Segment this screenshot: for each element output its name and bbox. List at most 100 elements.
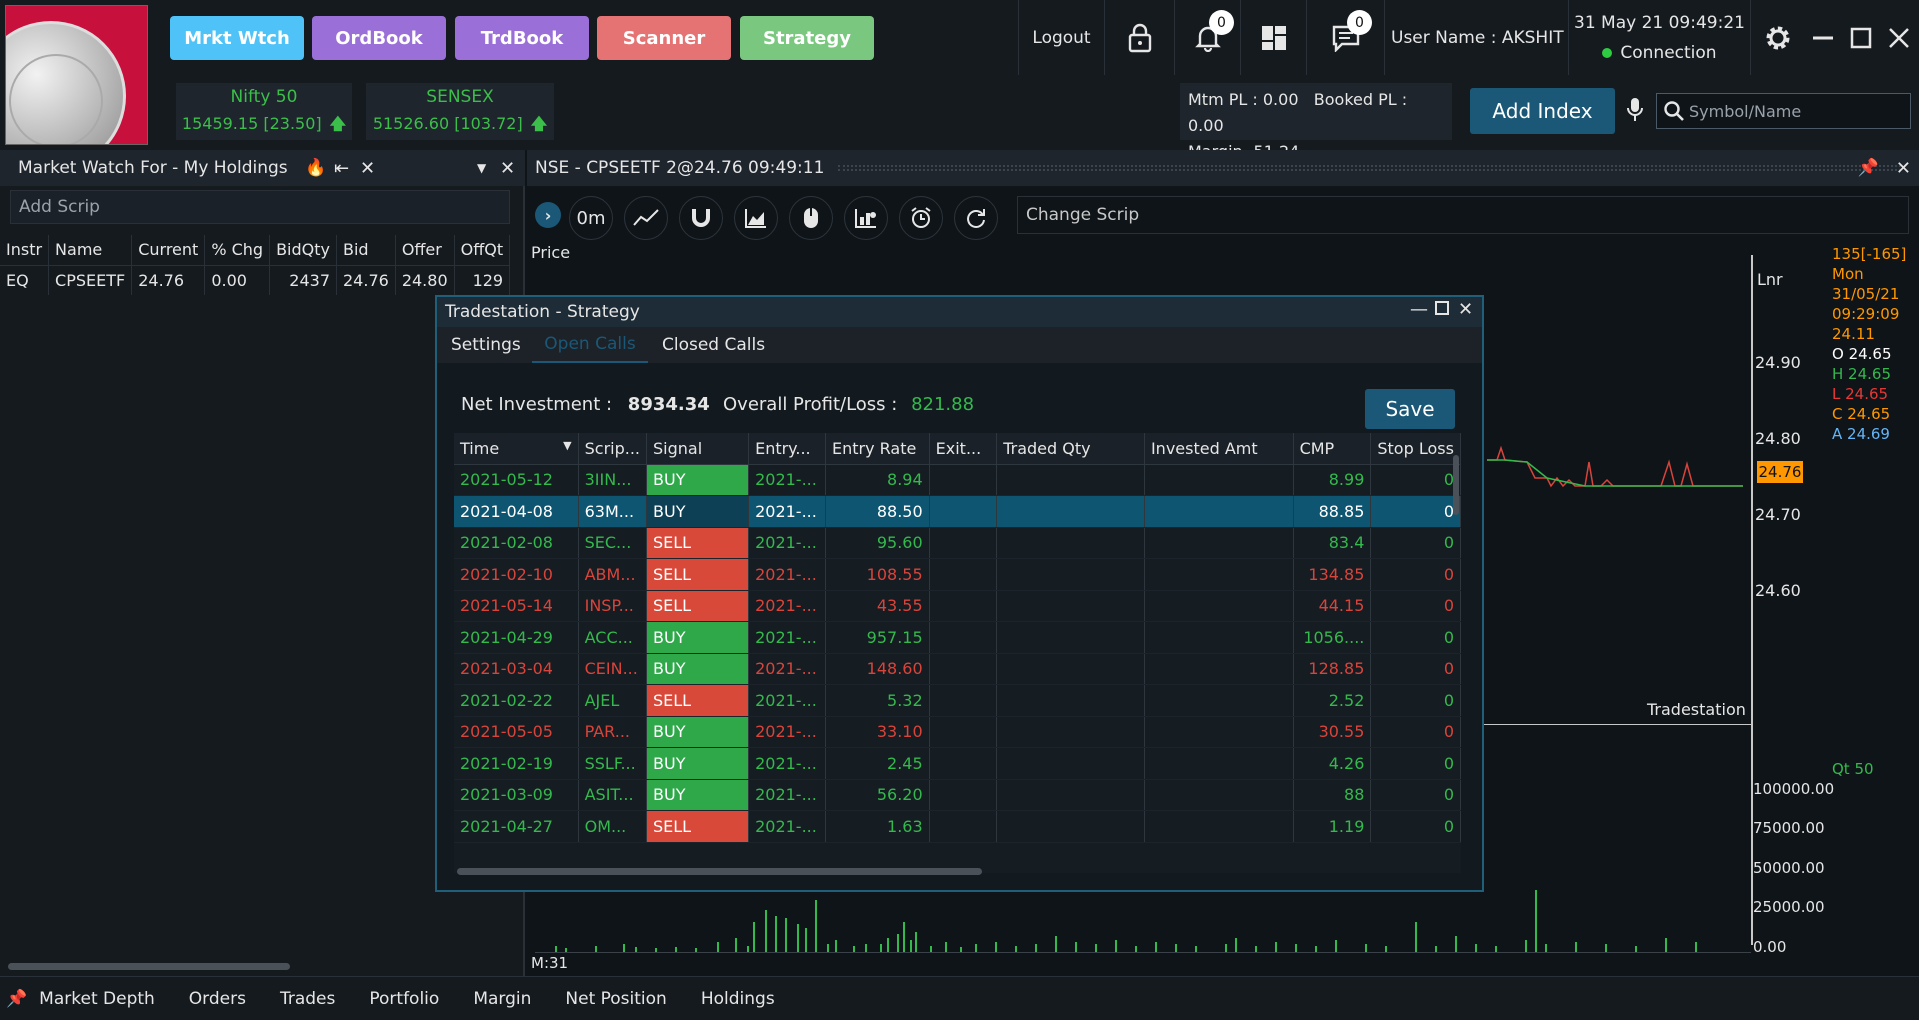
grid-horizontal-scrollbar[interactable]: [457, 868, 982, 875]
column-header[interactable]: Current: [131, 235, 206, 266]
table-row[interactable]: 2021-02-08 SEC... SELL 2021-... 95.60 83.4 0: [454, 527, 1461, 559]
cell-current: 24.76: [131, 265, 206, 295]
table-row[interactable]: 2021-03-09 ASIT... BUY 2021-... 56.20 88 0: [454, 779, 1461, 811]
table-row[interactable]: 2021-05-12 3IIN... BUY 2021-... 8.94 8.99 0: [454, 464, 1461, 496]
tab-holdings[interactable]: Holdings: [701, 989, 775, 1009]
pin-icon[interactable]: 📌: [1858, 158, 1879, 178]
table-row[interactable]: EQ CPSEETF 24.76 0.00 2437 24.76 24.80 1…: [0, 265, 511, 295]
cell-bid: 24.76: [336, 265, 396, 295]
column-header[interactable]: BidQty: [269, 235, 337, 266]
linear-scale-label[interactable]: Lnr: [1757, 270, 1783, 289]
column-header[interactable]: Name: [48, 235, 133, 266]
settings-button[interactable]: [1750, 0, 1804, 75]
microphone-button[interactable]: [1625, 97, 1645, 128]
column-header[interactable]: CMP: [1293, 433, 1372, 465]
nav-orderbook-button[interactable]: OrdBook: [312, 16, 446, 60]
cell-stop-loss: 0: [1370, 590, 1461, 622]
mouse-button[interactable]: [789, 196, 833, 240]
tab-market-depth[interactable]: Market Depth: [39, 989, 155, 1009]
line-chart-button[interactable]: [624, 196, 668, 240]
close-window-button[interactable]: [1880, 0, 1918, 75]
chevron-down-icon[interactable]: ▼: [477, 161, 486, 175]
column-header[interactable]: Exit...: [929, 433, 998, 465]
close-panel-icon[interactable]: ✕: [500, 158, 515, 179]
volume-bar: [1455, 936, 1457, 952]
logout-button[interactable]: Logout: [1018, 0, 1104, 75]
table-row[interactable]: 2021-04-29 ACC... BUY 2021-... 957.15 1056...…: [454, 621, 1461, 654]
table-row[interactable]: 2021-02-22 AJEL SELL 2021-... 5.32 2.52 0: [454, 684, 1461, 717]
collapse-left-icon[interactable]: ⇤: [334, 158, 349, 179]
alarm-button[interactable]: [899, 196, 943, 240]
nav-scanner-button[interactable]: Scanner: [597, 16, 731, 60]
tab-net-position[interactable]: Net Position: [565, 989, 666, 1009]
sort-down-icon: ▼: [563, 438, 572, 452]
grid-vertical-scrollbar[interactable]: [1453, 455, 1459, 515]
horizontal-scrollbar[interactable]: [8, 963, 290, 970]
volume-bar: [775, 916, 777, 952]
fire-icon[interactable]: 🔥: [305, 158, 326, 178]
column-header-time[interactable]: Time ▼: [454, 433, 579, 465]
cell-invested-amt: [1144, 464, 1294, 496]
index-nifty[interactable]: Nifty 50 15459.15 [23.50] 🡅: [176, 83, 352, 140]
column-header[interactable]: Stop Loss: [1370, 433, 1461, 465]
expand-toolbar-button[interactable]: ›: [535, 202, 561, 228]
tab-portfolio[interactable]: Portfolio: [369, 989, 439, 1009]
table-row[interactable]: 2021-03-04 CEIN... BUY 2021-... 148.60 128.85…: [454, 653, 1461, 685]
tab-settings[interactable]: Settings: [451, 327, 521, 363]
refresh-button[interactable]: [954, 196, 998, 240]
close-icon[interactable]: ✕: [1896, 158, 1911, 179]
nav-market-watch-button[interactable]: Mrkt Wtch: [170, 16, 304, 60]
pin-icon[interactable]: 📌: [6, 989, 27, 1009]
maximize-window-button[interactable]: [1842, 0, 1880, 75]
tab-open-calls[interactable]: Open Calls: [532, 327, 648, 363]
add-index-button[interactable]: Add Index: [1470, 88, 1615, 134]
table-row[interactable]: 2021-04-08 63M... BUY 2021-... 88.50 88.85 0: [454, 495, 1461, 528]
index-sensex[interactable]: SENSEX 51526.60 [103.72] 🡅: [366, 83, 554, 140]
strategy-dialog-title-bar[interactable]: Tradestation - Strategy — ✕: [437, 297, 1482, 327]
cell-stop-loss: 0: [1370, 621, 1461, 654]
column-header[interactable]: Scrip...: [578, 433, 648, 465]
column-header[interactable]: OffQt: [454, 235, 511, 266]
nav-tradebook-button[interactable]: TrdBook: [455, 16, 589, 60]
magnet-button[interactable]: [679, 196, 723, 240]
column-header[interactable]: Invested Amt: [1144, 433, 1294, 465]
column-header[interactable]: Entry Rate: [825, 433, 930, 465]
layout-button[interactable]: [1240, 0, 1306, 75]
column-header[interactable]: Signal: [646, 433, 750, 465]
ohlc-average: A 24.69: [1832, 425, 1890, 443]
change-scrip-input[interactable]: Change Scrip: [1017, 196, 1909, 234]
column-header[interactable]: % Chg: [204, 235, 271, 266]
column-header[interactable]: Traded Qty: [996, 433, 1145, 465]
lock-button[interactable]: [1104, 0, 1174, 75]
minimize-window-button[interactable]: [1804, 0, 1842, 75]
messages-button[interactable]: 0: [1306, 0, 1384, 75]
add-scrip-input[interactable]: Add Scrip: [10, 190, 510, 224]
table-row[interactable]: 2021-05-14 INSP... SELL 2021-... 43.55 44.15 0: [454, 590, 1461, 622]
table-row[interactable]: 2021-02-19 SSLF... BUY 2021-... 2.45 4.26 0: [454, 747, 1461, 780]
minimize-icon[interactable]: —: [1410, 299, 1428, 320]
tab-trades[interactable]: Trades: [280, 989, 335, 1009]
column-header[interactable]: Bid: [336, 235, 396, 266]
arrow-up-icon: 🡅: [329, 114, 347, 133]
close-icon[interactable]: ✕: [360, 158, 375, 179]
column-header[interactable]: Offer: [395, 235, 455, 266]
tab-margin[interactable]: Margin: [473, 989, 531, 1009]
table-row[interactable]: 2021-02-10 ABM... SELL 2021-... 108.55 134.85…: [454, 558, 1461, 591]
drag-handle[interactable]: [838, 165, 1901, 171]
save-button[interactable]: Save: [1365, 389, 1455, 429]
close-icon[interactable]: ✕: [1458, 299, 1473, 320]
table-row[interactable]: 2021-04-27 OM... SELL 2021-... 1.63 1.19 0: [454, 810, 1461, 843]
interval-button[interactable]: 0m: [569, 196, 613, 240]
symbol-search[interactable]: [1656, 93, 1911, 129]
search-input[interactable]: [1689, 94, 1909, 128]
column-header[interactable]: Instr: [0, 235, 50, 266]
column-header[interactable]: Entry...: [748, 433, 826, 465]
nav-strategy-button[interactable]: Strategy: [740, 16, 874, 60]
tab-orders[interactable]: Orders: [189, 989, 246, 1009]
tab-closed-calls[interactable]: Closed Calls: [662, 327, 765, 363]
table-row[interactable]: 2021-05-05 PAR... BUY 2021-... 33.10 30.55 0: [454, 716, 1461, 748]
area-chart-button[interactable]: [734, 196, 778, 240]
maximize-icon[interactable]: [1435, 301, 1449, 315]
notifications-button[interactable]: 0: [1174, 0, 1240, 75]
indicators-button[interactable]: [844, 196, 888, 240]
